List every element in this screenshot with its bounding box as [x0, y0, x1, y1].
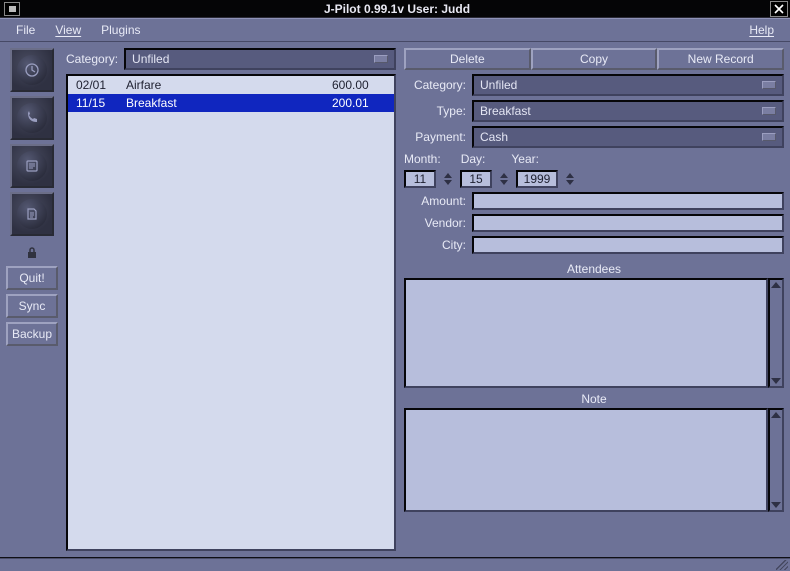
- combo-handle-icon: [762, 107, 776, 115]
- menu-file[interactable]: File: [6, 20, 45, 40]
- lock-icon: [23, 244, 41, 262]
- close-icon: [774, 4, 784, 14]
- detail-pane: Delete Copy New Record Category: Unfiled…: [404, 48, 784, 551]
- right-category-label: Category:: [404, 78, 466, 92]
- memo-icon: [17, 199, 47, 229]
- year-label: Year:: [511, 152, 539, 166]
- scroll-up-icon: [771, 412, 781, 418]
- window-menu-icon[interactable]: [4, 2, 20, 16]
- todo-button[interactable]: [10, 144, 54, 188]
- menu-view[interactable]: View: [45, 20, 91, 40]
- datebook-icon: [17, 55, 47, 85]
- left-category-label: Category:: [66, 52, 118, 66]
- payment-value: Cash: [480, 130, 508, 144]
- type-combo[interactable]: Breakfast: [472, 100, 784, 122]
- expense-list[interactable]: 02/01Airfare600.0011/15Breakfast200.01: [66, 74, 396, 551]
- note-textarea[interactable]: [404, 408, 768, 512]
- day-spinner[interactable]: [498, 170, 510, 188]
- attendees-scrollbar[interactable]: [768, 278, 784, 388]
- window-title: J-Pilot 0.99.1v User: Judd: [24, 2, 770, 16]
- menubar: File View Plugins Help: [0, 18, 790, 42]
- vendor-label: Vendor:: [404, 216, 466, 230]
- note-scrollbar[interactable]: [768, 408, 784, 512]
- scroll-down-icon: [771, 502, 781, 508]
- todo-icon: [17, 151, 47, 181]
- datebook-button[interactable]: [10, 48, 54, 92]
- backup-button[interactable]: Backup: [6, 322, 58, 346]
- left-toolbar: Quit! Sync Backup: [0, 42, 64, 557]
- year-spinner[interactable]: [564, 170, 576, 188]
- city-input[interactable]: [472, 236, 784, 254]
- memo-button[interactable]: [10, 192, 54, 236]
- day-input[interactable]: 15: [460, 170, 492, 188]
- quit-button[interactable]: Quit!: [6, 266, 58, 290]
- month-spinner[interactable]: [442, 170, 454, 188]
- vendor-input[interactable]: [472, 214, 784, 232]
- window-titlebar: J-Pilot 0.99.1v User: Judd: [0, 0, 790, 18]
- payment-label: Payment:: [404, 130, 466, 144]
- table-row[interactable]: 11/15Breakfast200.01: [68, 94, 394, 112]
- amount-input[interactable]: [472, 192, 784, 210]
- year-input[interactable]: 1999: [516, 170, 558, 188]
- sync-button[interactable]: Sync: [6, 294, 58, 318]
- type-label: Type:: [404, 104, 466, 118]
- scroll-down-icon: [771, 378, 781, 384]
- new-record-button[interactable]: New Record: [657, 48, 784, 70]
- attendees-label: Attendees: [404, 262, 784, 276]
- right-category-value: Unfiled: [480, 78, 517, 92]
- list-pane: Category: Unfiled 02/01Airfare600.0011/1…: [66, 48, 396, 551]
- combo-handle-icon: [762, 81, 776, 89]
- amount-label: Amount:: [404, 194, 466, 208]
- left-category-value: Unfiled: [132, 52, 169, 66]
- note-label: Note: [404, 392, 784, 406]
- payment-combo[interactable]: Cash: [472, 126, 784, 148]
- window-close-button[interactable]: [770, 1, 788, 17]
- menu-help[interactable]: Help: [739, 20, 784, 40]
- type-value: Breakfast: [480, 104, 531, 118]
- month-label: Month:: [404, 152, 441, 166]
- scroll-up-icon: [771, 282, 781, 288]
- delete-button[interactable]: Delete: [404, 48, 531, 70]
- combo-handle-icon: [762, 133, 776, 141]
- menu-plugins[interactable]: Plugins: [91, 20, 150, 40]
- table-row[interactable]: 02/01Airfare600.00: [68, 76, 394, 94]
- day-label: Day:: [461, 152, 486, 166]
- status-bar: [0, 557, 790, 571]
- address-button[interactable]: [10, 96, 54, 140]
- combo-handle-icon: [374, 55, 388, 63]
- resize-grip-icon[interactable]: [776, 560, 788, 570]
- copy-button[interactable]: Copy: [531, 48, 658, 70]
- right-category-combo[interactable]: Unfiled: [472, 74, 784, 96]
- month-input[interactable]: 11: [404, 170, 436, 188]
- left-category-combo[interactable]: Unfiled: [124, 48, 396, 70]
- attendees-textarea[interactable]: [404, 278, 768, 388]
- phone-icon: [17, 103, 47, 133]
- city-label: City:: [404, 238, 466, 252]
